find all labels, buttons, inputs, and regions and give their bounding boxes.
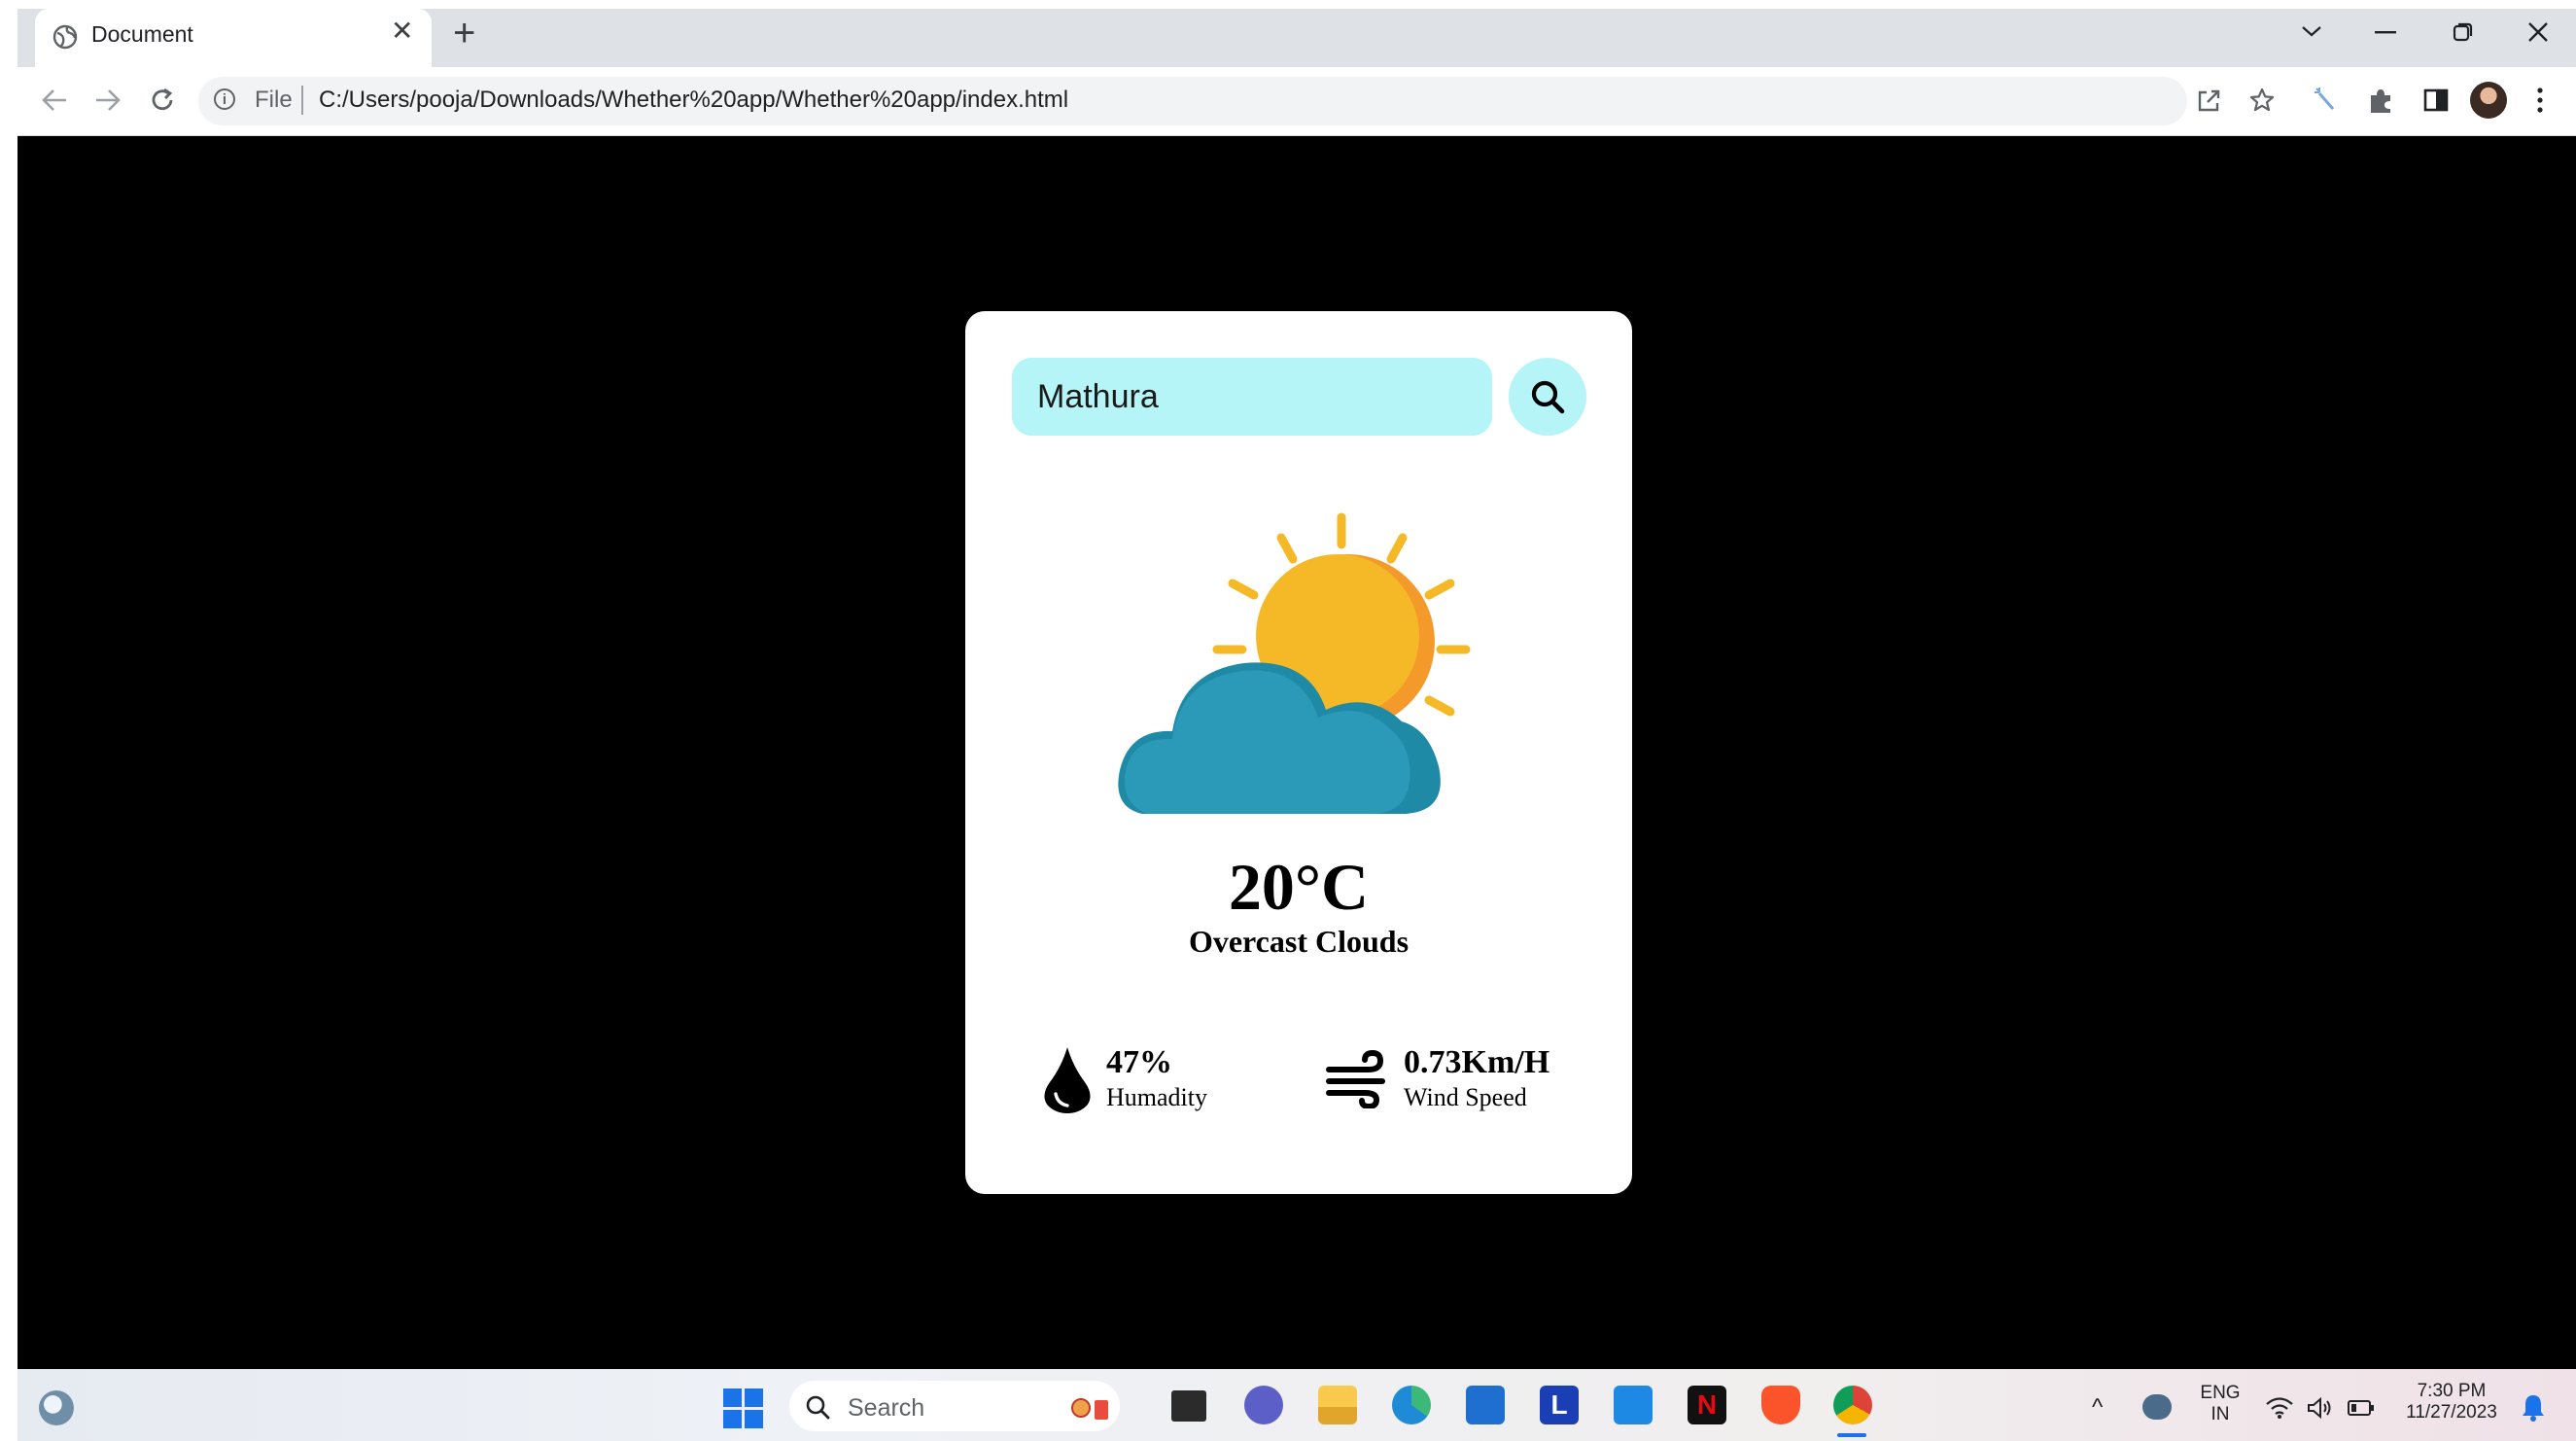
microsoft-store-icon[interactable] <box>1466 1386 1505 1424</box>
share-icon[interactable] <box>2195 88 2222 115</box>
weather-condition: Overcast Clouds <box>1188 924 1410 959</box>
minimize-icon[interactable] <box>2375 31 2396 35</box>
more-menu-icon[interactable] <box>2535 86 2545 115</box>
clock-date: 11/27/2023 <box>2406 1402 2497 1423</box>
active-app-indicator <box>1837 1433 1866 1437</box>
taskbar <box>17 1369 2576 1441</box>
close-window-icon[interactable] <box>2527 21 2549 43</box>
temperature-value: 20°C <box>1228 850 1370 924</box>
netflix-icon[interactable]: N <box>1688 1386 1726 1424</box>
humidity-value: 47% <box>1106 1044 1172 1080</box>
url-text[interactable]: C:/Users/pooja/Downloads/Whether%20app/W… <box>319 87 1068 114</box>
edge-browser-icon[interactable] <box>1392 1386 1431 1424</box>
tab-close-icon[interactable]: ✕ <box>391 18 413 45</box>
taskbar-search-box[interactable] <box>789 1381 1120 1431</box>
widgets-icon[interactable] <box>39 1390 74 1425</box>
taskbar-search-label: Search <box>848 1394 925 1422</box>
wind-speed-label: Wind Speed <box>1404 1083 1527 1111</box>
brave-browser-icon[interactable] <box>1761 1386 1800 1424</box>
taskbar-search-icon <box>806 1395 830 1420</box>
battery-icon[interactable] <box>2347 1398 2376 1418</box>
blue-app-icon[interactable] <box>1614 1386 1653 1424</box>
tab-search-chevron-icon[interactable] <box>2300 23 2323 39</box>
profile-avatar[interactable] <box>2470 82 2507 119</box>
humidity-label: Humadity <box>1106 1083 1207 1111</box>
water-drop-icon <box>1044 1047 1091 1113</box>
search-button[interactable] <box>1509 358 1586 436</box>
extension-wand-icon[interactable] <box>2312 86 2339 115</box>
clock-time: 7:30 PM <box>2417 1381 2487 1401</box>
wifi-icon[interactable] <box>2265 1396 2294 1420</box>
new-tab-button[interactable]: + <box>453 14 475 53</box>
file-explorer-icon[interactable] <box>1318 1386 1357 1424</box>
l-app-icon[interactable]: L <box>1540 1386 1579 1424</box>
language-code: ENG <box>2200 1383 2241 1403</box>
back-arrow-icon[interactable] <box>41 88 68 113</box>
volume-icon[interactable] <box>2306 1396 2335 1420</box>
search-icon <box>1531 380 1565 414</box>
sun-behind-cloud-icon <box>1118 512 1471 814</box>
teams-chat-icon[interactable] <box>1244 1386 1283 1424</box>
url-divider <box>301 86 303 115</box>
taskbar-clock[interactable]: 7:30 PM 11/27/2023 <box>2397 1381 2506 1423</box>
onedrive-cloud-icon[interactable] <box>2142 1394 2172 1420</box>
reload-icon[interactable] <box>149 87 176 114</box>
extensions-puzzle-icon[interactable] <box>2367 86 2394 115</box>
file-scheme-label: File <box>255 87 293 113</box>
region-code: IN <box>2210 1404 2230 1424</box>
wind-speed-value: 0.73Km/H <box>1404 1044 1550 1080</box>
tab-title: Document <box>91 21 193 47</box>
globe-icon <box>52 24 78 50</box>
side-panel-icon[interactable] <box>2422 87 2450 114</box>
show-hidden-icons-chevron[interactable]: ^ <box>2092 1396 2103 1420</box>
search-highlight-icon <box>1071 1398 1108 1420</box>
language-indicator[interactable]: ENG IN <box>2195 1383 2245 1425</box>
city-search-input[interactable] <box>1012 358 1492 436</box>
windows-start-icon[interactable] <box>723 1388 764 1429</box>
notification-bell-icon[interactable] <box>2520 1392 2547 1422</box>
bookmark-star-icon[interactable] <box>2248 87 2276 114</box>
chrome-browser-icon[interactable] <box>1833 1386 1872 1424</box>
restore-icon[interactable] <box>2452 21 2473 43</box>
site-info-icon[interactable]: i <box>214 88 235 110</box>
wind-icon <box>1326 1050 1385 1108</box>
forward-arrow-icon[interactable] <box>94 88 122 113</box>
task-view-icon[interactable] <box>1171 1390 1206 1422</box>
